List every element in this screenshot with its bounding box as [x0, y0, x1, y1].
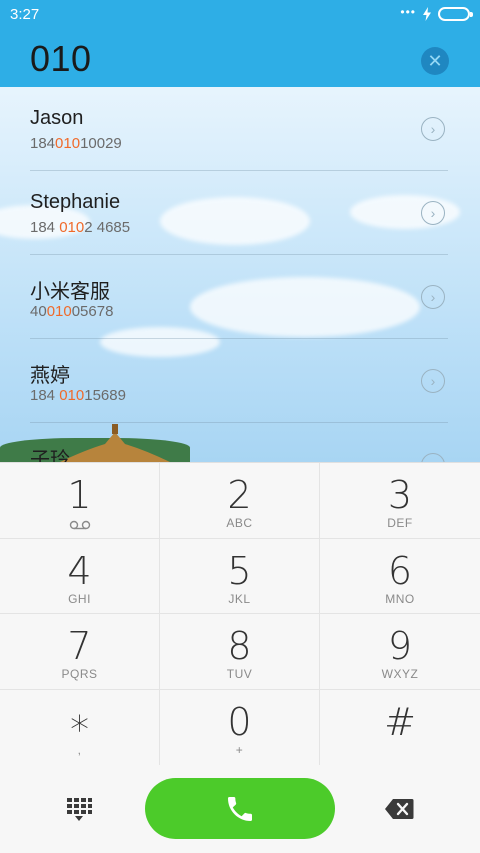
- contact-row[interactable]: Jason 18401010029 ›: [30, 87, 448, 171]
- key-digit: 2: [227, 473, 252, 517]
- phone-icon: [228, 796, 252, 821]
- contact-name: Jason: [30, 107, 84, 129]
- key-star[interactable]: ∗ ,: [0, 690, 160, 766]
- backspace-icon[interactable]: [384, 798, 414, 820]
- contact-row[interactable]: 小米客服 4001005678 ›: [30, 255, 448, 339]
- chevron-right-circle-icon[interactable]: ›: [421, 117, 445, 141]
- key-3[interactable]: 3 DEF: [320, 463, 480, 539]
- contact-name: 小米客服: [30, 281, 110, 303]
- key-6[interactable]: 6 MNO: [320, 539, 480, 614]
- contact-name: 子玲: [30, 449, 70, 462]
- key-letters: +: [235, 743, 244, 757]
- dialer-action-bar: [0, 765, 480, 853]
- chevron-right-circle-icon[interactable]: ›: [421, 285, 445, 309]
- key-letters: ,: [77, 743, 82, 757]
- key-letters: MNO: [385, 592, 415, 606]
- contact-row[interactable]: Stephanie 184 0102 4685 ›: [30, 171, 448, 255]
- key-digit: 4: [67, 549, 92, 593]
- key-digit: ∗: [67, 700, 92, 744]
- key-digit: 1: [67, 473, 92, 517]
- key-letters: WXYZ: [381, 667, 419, 681]
- key-2[interactable]: 2 ABC: [160, 463, 320, 539]
- call-button[interactable]: [145, 778, 335, 839]
- number-match-highlight: 010: [46, 303, 72, 320]
- key-9[interactable]: 9 WXYZ: [320, 614, 480, 690]
- key-5[interactable]: 5 JKL: [160, 539, 320, 614]
- key-letters: JKL: [228, 592, 251, 606]
- voicemail-icon: [69, 520, 91, 530]
- contact-number: 18401010029: [30, 135, 122, 152]
- chevron-right-circle-icon[interactable]: ›: [421, 453, 445, 462]
- dialer-header: 3:27 ••• 010 ✕: [0, 0, 480, 87]
- key-digit: 5: [227, 549, 252, 593]
- number-match-highlight: 010: [59, 387, 85, 404]
- contact-row[interactable]: 燕婷 184 01015689 ›: [30, 339, 448, 423]
- key-letters: ABC: [226, 516, 253, 530]
- key-hash[interactable]: #: [320, 690, 480, 766]
- status-time: 3:27: [10, 5, 40, 23]
- key-4[interactable]: 4 GHI: [0, 539, 160, 614]
- key-digit: #: [384, 700, 416, 744]
- key-digit: 6: [387, 549, 413, 593]
- number-match-highlight: 010: [59, 219, 85, 236]
- contact-row[interactable]: 子玲 ›: [30, 423, 448, 462]
- dial-keypad: 1 2 ABC 3 DEF 4 GHI 5 JKL 6 MNO 7 PQRS 8…: [0, 462, 480, 766]
- key-0[interactable]: 0 +: [160, 690, 320, 766]
- key-7[interactable]: 7 PQRS: [0, 614, 160, 690]
- contact-name: Stephanie: [30, 191, 121, 213]
- key-digit: 8: [227, 624, 252, 668]
- key-digit: 9: [387, 624, 413, 668]
- dialed-number[interactable]: 010: [30, 38, 92, 80]
- contact-search-results[interactable]: Jason 18401010029 › Stephanie 184 0102 4…: [0, 87, 480, 462]
- key-digit: 7: [67, 624, 92, 668]
- battery-icon: [438, 7, 473, 21]
- charging-bolt-icon: [423, 7, 431, 21]
- chevron-right-circle-icon[interactable]: ›: [421, 369, 445, 393]
- number-match-highlight: 010: [55, 135, 81, 152]
- key-digit: 3: [387, 473, 413, 517]
- key-letters: TUV: [226, 667, 253, 681]
- key-digit: 0: [227, 700, 252, 744]
- key-8[interactable]: 8 TUV: [160, 614, 320, 690]
- contact-number: 184 0102 4685: [30, 219, 131, 236]
- contact-number: 184 01015689: [30, 387, 126, 404]
- chevron-right-circle-icon[interactable]: ›: [421, 201, 445, 225]
- key-letters: PQRS: [61, 667, 98, 681]
- key-letters: GHI: [68, 592, 91, 606]
- contact-number: 4001005678: [30, 303, 114, 320]
- contact-name: 燕婷: [30, 365, 70, 387]
- more-dots-icon: •••: [400, 5, 416, 19]
- clear-icon[interactable]: ✕: [421, 47, 449, 75]
- key-1[interactable]: 1: [0, 463, 160, 539]
- status-bar: 3:27 •••: [0, 0, 480, 28]
- dialpad-grid-icon[interactable]: [66, 797, 92, 821]
- key-letters: DEF: [387, 516, 413, 530]
- status-icons: •••: [400, 5, 473, 21]
